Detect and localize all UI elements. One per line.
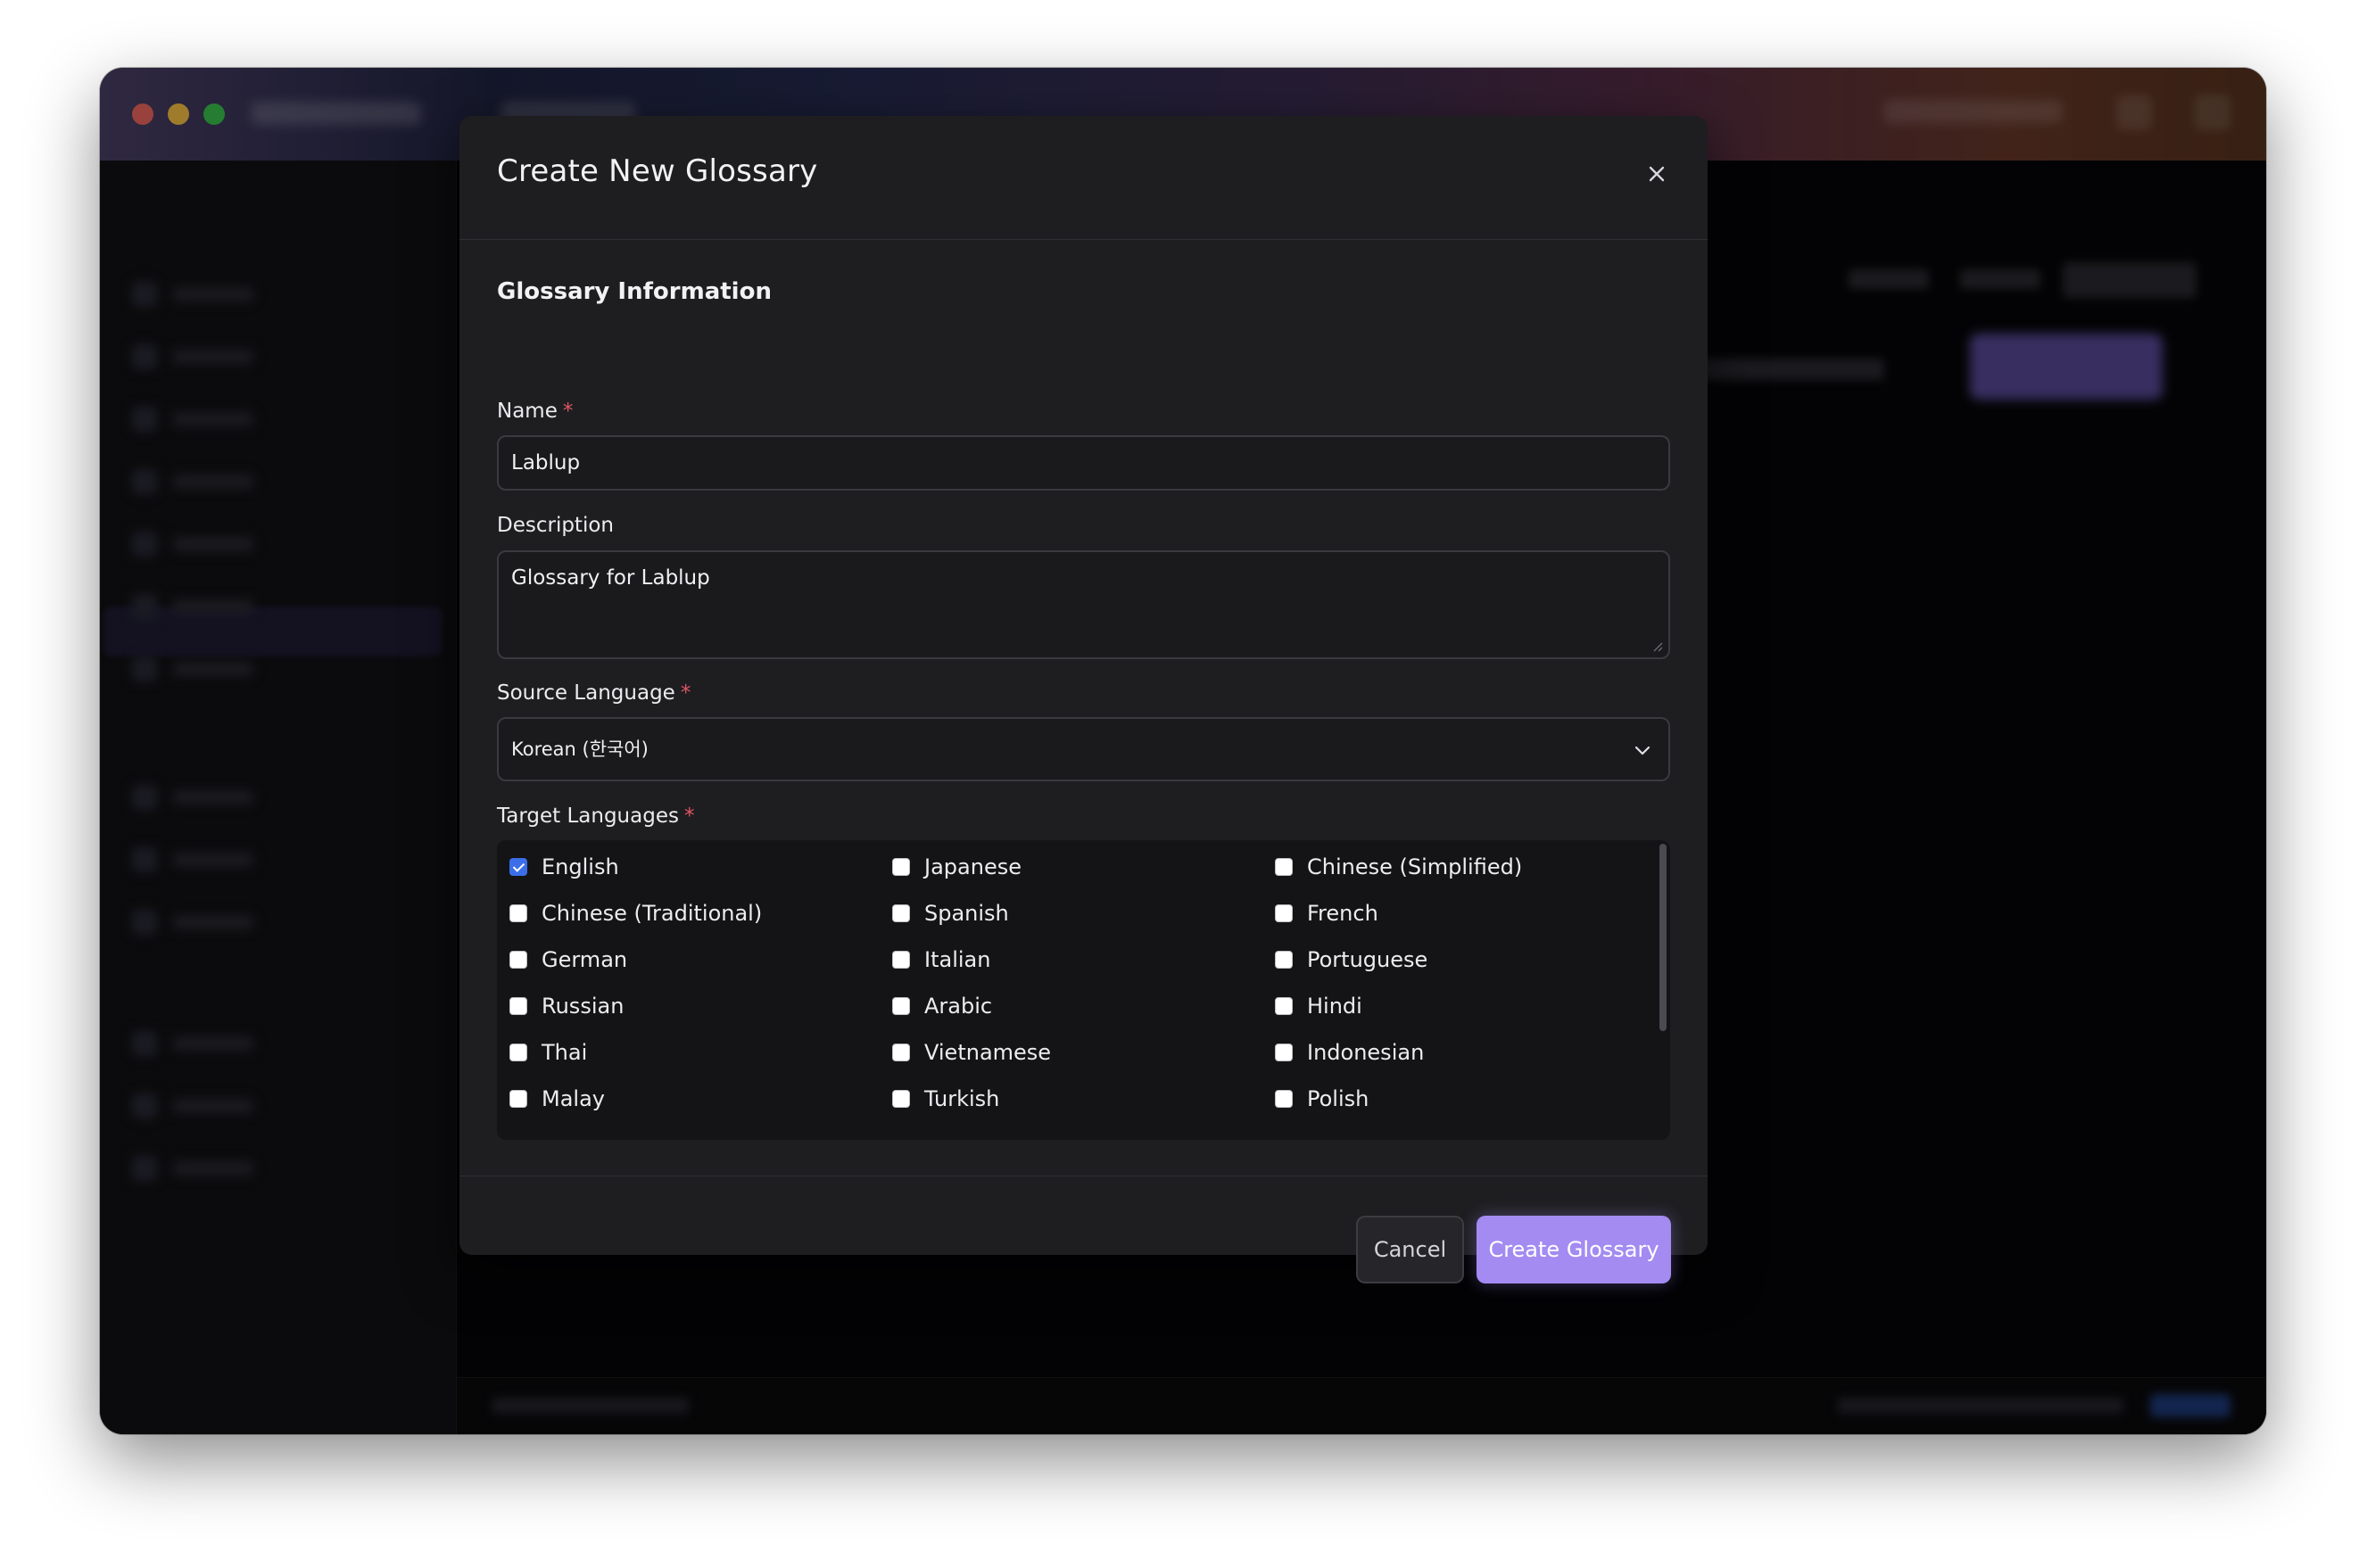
description-label: Description xyxy=(497,514,614,537)
header-divider xyxy=(459,239,1708,240)
target-language-option[interactable]: English xyxy=(509,849,619,885)
target-language-label: Malay xyxy=(542,1086,605,1111)
target-language-label: Japanese xyxy=(924,854,1022,879)
checkbox[interactable] xyxy=(509,858,527,876)
target-language-label: Indonesian xyxy=(1307,1040,1425,1065)
source-language-value: Korean (한국어) xyxy=(511,739,649,760)
target-language-option[interactable]: Portuguese xyxy=(1275,942,1427,978)
target-language-option[interactable]: Spanish xyxy=(892,895,1009,931)
checkbox[interactable] xyxy=(1275,1044,1293,1061)
checkbox[interactable] xyxy=(892,904,910,922)
chevron-down-icon xyxy=(1634,746,1650,755)
create-glossary-button[interactable]: Create Glossary xyxy=(1477,1216,1671,1283)
checkbox[interactable] xyxy=(892,1090,910,1108)
target-language-label: Russian xyxy=(542,994,625,1019)
name-input[interactable]: Lablup xyxy=(497,435,1670,491)
section-title: Glossary Information xyxy=(497,278,772,305)
target-language-option[interactable]: Polish xyxy=(1275,1081,1369,1117)
target-language-option[interactable]: Chinese (Simplified) xyxy=(1275,849,1522,885)
target-language-label: Italian xyxy=(924,947,991,972)
name-label-text: Name xyxy=(497,400,558,423)
target-language-option[interactable]: Thai xyxy=(509,1035,587,1070)
checkbox[interactable] xyxy=(1275,997,1293,1015)
create-glossary-modal: Create New Glossary Glossary Information… xyxy=(459,116,1708,1283)
description-textarea[interactable]: Glossary for Lablup xyxy=(497,550,1670,659)
cancel-button[interactable]: Cancel xyxy=(1356,1216,1464,1283)
source-language-label: Source Language * xyxy=(497,681,691,705)
target-language-label: French xyxy=(1307,901,1378,926)
target-language-option[interactable]: Arabic xyxy=(892,988,992,1024)
source-language-select[interactable]: Korean (한국어) xyxy=(497,717,1670,781)
target-language-label: English xyxy=(542,854,619,879)
target-language-option[interactable]: Turkish xyxy=(892,1081,999,1117)
checkbox[interactable] xyxy=(509,997,527,1015)
target-language-label: Arabic xyxy=(924,994,993,1019)
target-language-option[interactable]: French xyxy=(1275,895,1378,931)
target-language-option[interactable]: Chinese (Traditional) xyxy=(509,895,762,931)
required-mark: * xyxy=(680,681,691,705)
target-language-label: Thai xyxy=(542,1040,588,1065)
source-language-label-text: Source Language xyxy=(497,681,675,705)
checkbox[interactable] xyxy=(892,951,910,969)
target-language-label: Chinese (Traditional) xyxy=(542,901,763,926)
modal-title: Create New Glossary xyxy=(497,153,818,189)
target-language-label: German xyxy=(542,947,628,972)
checkbox[interactable] xyxy=(1275,1090,1293,1108)
required-mark: * xyxy=(683,805,695,828)
checkbox[interactable] xyxy=(892,997,910,1015)
name-label: Name * xyxy=(497,400,573,423)
target-language-label: Turkish xyxy=(924,1086,1000,1111)
checkbox[interactable] xyxy=(1275,951,1293,969)
checkbox[interactable] xyxy=(509,951,527,969)
target-language-label: Spanish xyxy=(924,901,1009,926)
target-language-option[interactable]: Japanese xyxy=(892,849,1022,885)
checkbox[interactable] xyxy=(509,904,527,922)
checkbox[interactable] xyxy=(509,1044,527,1061)
target-language-label: Polish xyxy=(1307,1086,1369,1111)
close-icon xyxy=(1649,166,1665,182)
checkbox[interactable] xyxy=(1275,904,1293,922)
target-language-option[interactable]: Italian xyxy=(892,942,990,978)
target-language-option[interactable]: Malay xyxy=(509,1081,605,1117)
target-languages-label: Target Languages * xyxy=(497,805,694,828)
target-language-option[interactable]: Vietnamese xyxy=(892,1035,1051,1070)
target-language-label: Portuguese xyxy=(1307,947,1428,972)
checkbox[interactable] xyxy=(509,1090,527,1108)
target-language-option[interactable]: Indonesian xyxy=(1275,1035,1424,1070)
target-language-option[interactable]: Russian xyxy=(509,988,624,1024)
resize-grip-icon[interactable] xyxy=(1650,640,1663,652)
close-button[interactable] xyxy=(1643,161,1670,187)
checkbox[interactable] xyxy=(892,858,910,876)
target-language-option[interactable]: German xyxy=(509,942,627,978)
checkbox[interactable] xyxy=(1275,858,1293,876)
target-language-option[interactable]: Hindi xyxy=(1275,988,1362,1024)
target-languages-list[interactable]: English Japanese Chinese (Simplified) Chine… xyxy=(497,840,1670,1140)
target-language-label: Hindi xyxy=(1307,994,1362,1019)
required-mark: * xyxy=(562,400,574,423)
target-language-label: Chinese (Simplified) xyxy=(1307,854,1523,879)
target-language-label: Vietnamese xyxy=(924,1040,1052,1065)
scrollbar-thumb[interactable] xyxy=(1659,844,1667,1031)
description-value: Glossary for Lablup xyxy=(511,566,710,590)
target-languages-label-text: Target Languages xyxy=(497,805,679,828)
checkbox[interactable] xyxy=(892,1044,910,1061)
